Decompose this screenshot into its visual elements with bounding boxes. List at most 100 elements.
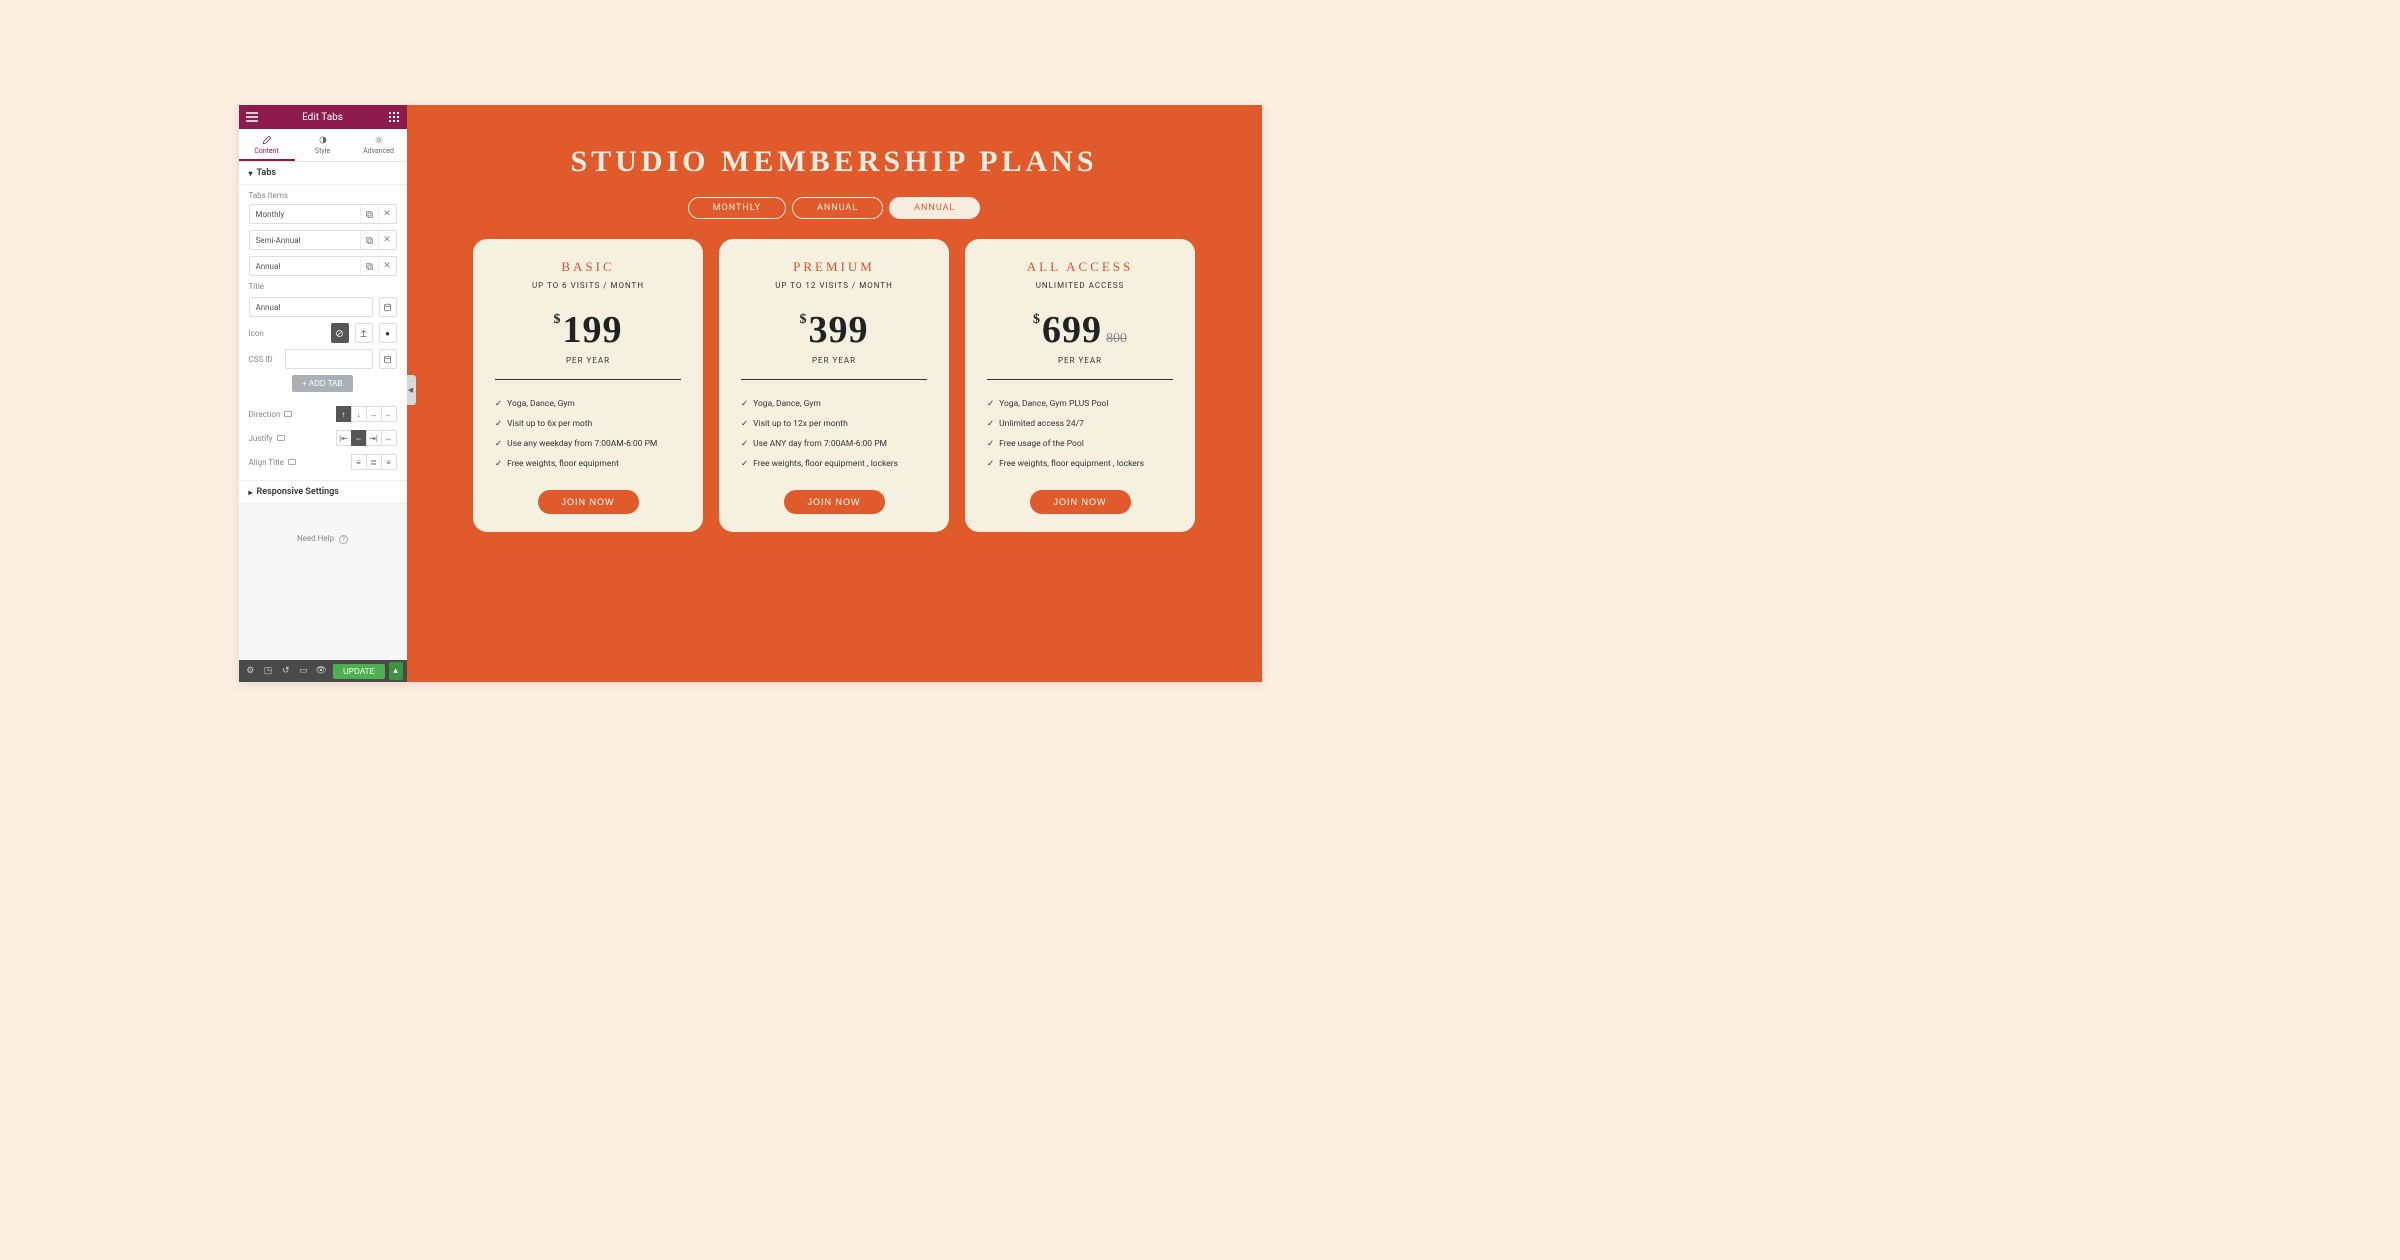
section-responsive-header[interactable]: ▸ Responsive Settings <box>239 480 407 504</box>
card-subtitle: UP TO 12 VISITS / MONTH <box>737 281 931 290</box>
direction-label: Direction <box>249 410 293 419</box>
divider <box>495 379 681 380</box>
gear-icon <box>374 135 384 145</box>
justify-start-button[interactable]: |⇤ <box>336 430 352 446</box>
tab-advanced[interactable]: Advanced <box>351 129 407 161</box>
pricing-cards: BASICUP TO 6 VISITS / MONTH$199PER YEAR✓… <box>437 239 1232 532</box>
title-label: Title <box>249 282 279 291</box>
title-dynamic-button[interactable] <box>379 297 397 317</box>
check-icon: ✓ <box>495 459 502 469</box>
price-amount: 399 <box>809 309 869 351</box>
caret-down-icon: ▾ <box>249 169 253 178</box>
responsive-mode-icon[interactable]: ▭ <box>296 663 312 679</box>
align-left-button[interactable]: ≡ <box>351 454 367 470</box>
price-amount: 199 <box>563 309 623 351</box>
price-amount: 699 <box>1042 309 1102 351</box>
update-options-button[interactable]: ▴ <box>389 662 403 680</box>
tab-content[interactable]: Content <box>239 129 295 161</box>
price: $699800 <box>983 308 1177 352</box>
direction-row-button[interactable]: ↑ <box>336 406 352 422</box>
check-icon: ✓ <box>741 419 748 429</box>
navigator-icon[interactable]: ◳ <box>260 663 276 679</box>
check-icon: ✓ <box>495 439 502 449</box>
preview-icon[interactable]: 👁 <box>313 663 329 679</box>
database-icon <box>383 355 392 364</box>
justify-stretch-button[interactable]: ↔ <box>381 430 397 446</box>
close-icon[interactable]: ✕ <box>378 231 396 249</box>
add-tab-button[interactable]: + ADD TAB <box>292 375 352 392</box>
price-strike: 800 <box>1106 331 1127 346</box>
preview-canvas: ◀ STUDIO MEMBERSHIP PLANS MONTHLY ANNUAL A… <box>407 105 1262 682</box>
feature-item: ✓Visit up to 12x per month <box>741 414 927 434</box>
section-tabs-header[interactable]: ▾ Tabs <box>239 162 407 185</box>
menu-icon[interactable] <box>245 110 259 124</box>
collapse-sidebar-handle[interactable]: ◀ <box>407 375 416 405</box>
history-icon[interactable]: ↺ <box>278 663 294 679</box>
align-right-button[interactable]: ≡ <box>381 454 397 470</box>
justify-end-button[interactable]: ⇥| <box>366 430 382 446</box>
join-button[interactable]: JOIN NOW <box>784 490 885 514</box>
check-icon: ✓ <box>987 419 994 429</box>
join-button[interactable]: JOIN NOW <box>538 490 639 514</box>
pricing-card: BASICUP TO 6 VISITS / MONTH$199PER YEAR✓… <box>473 239 703 532</box>
price: $399 <box>737 308 931 352</box>
divider <box>741 379 927 380</box>
check-icon: ✓ <box>987 399 994 409</box>
tabs-items-label: Tabs Items <box>249 191 397 200</box>
need-help[interactable]: Need Help ? <box>239 504 407 660</box>
check-icon: ✓ <box>741 459 748 469</box>
direction-column-reverse-button[interactable]: ← <box>381 406 397 422</box>
cssid-label: CSS ID <box>249 355 279 364</box>
cssid-input[interactable] <box>285 349 373 369</box>
feature-item: ✓Visit up to 6x per moth <box>495 414 681 434</box>
icon-library-button[interactable]: ● <box>379 323 397 343</box>
join-button[interactable]: JOIN NOW <box>1030 490 1131 514</box>
direction-column-button[interactable]: → <box>366 406 382 422</box>
align-center-button[interactable]: ≣ <box>366 454 382 470</box>
update-button[interactable]: UPDATE <box>333 664 385 679</box>
tab-item-name: Semi-Annual <box>250 236 360 245</box>
price-period: PER YEAR <box>983 356 1177 365</box>
justify-buttons: |⇤ ⇔ ⇥| ↔ <box>337 430 397 446</box>
cssid-dynamic-button[interactable] <box>379 349 397 369</box>
feature-item: ✓Free usage of the Pool <box>987 434 1173 454</box>
page-title: STUDIO MEMBERSHIP PLANS <box>437 145 1232 179</box>
pencil-icon <box>262 135 272 145</box>
direction-row-reverse-button[interactable]: ↓ <box>351 406 367 422</box>
icon-upload-button[interactable] <box>355 323 373 343</box>
settings-icon[interactable]: ⚙ <box>243 663 259 679</box>
caret-right-icon: ▸ <box>249 488 253 497</box>
tab-item-name: Monthly <box>250 210 360 219</box>
tab-item[interactable]: Semi-Annual ✕ <box>249 230 397 250</box>
panel-tabs: Content Style Advanced <box>239 129 407 162</box>
pricing-tab[interactable]: ANNUAL <box>889 197 980 219</box>
tab-content-label: Content <box>254 147 279 155</box>
database-icon <box>383 303 392 312</box>
responsive-icon[interactable] <box>284 411 292 417</box>
justify-center-button[interactable]: ⇔ <box>351 430 367 446</box>
card-subtitle: UP TO 6 VISITS / MONTH <box>491 281 685 290</box>
tab-item-name: Annual <box>250 262 360 271</box>
currency: $ <box>800 312 807 328</box>
duplicate-icon[interactable] <box>360 205 378 223</box>
duplicate-icon[interactable] <box>360 257 378 275</box>
close-icon[interactable]: ✕ <box>378 257 396 275</box>
ban-icon <box>335 329 344 338</box>
icon-none-button[interactable] <box>331 323 349 343</box>
feature-item: ✓Free weights, floor equipment <box>495 454 681 474</box>
price: $199 <box>491 308 685 352</box>
pricing-tab[interactable]: MONTHLY <box>688 197 786 219</box>
tab-style-label: Style <box>315 147 330 155</box>
responsive-icon[interactable] <box>288 459 296 465</box>
responsive-icon[interactable] <box>277 435 285 441</box>
tab-item[interactable]: Annual ✕ <box>249 256 397 276</box>
duplicate-icon[interactable] <box>360 231 378 249</box>
title-input[interactable]: Annual <box>249 297 373 317</box>
tab-style[interactable]: Style <box>295 129 351 161</box>
tab-item[interactable]: Monthly ✕ <box>249 204 397 224</box>
tab-advanced-label: Advanced <box>363 147 394 155</box>
pricing-tab[interactable]: ANNUAL <box>792 197 883 219</box>
close-icon[interactable]: ✕ <box>378 205 396 223</box>
widgets-icon[interactable] <box>387 110 401 124</box>
feature-item: ✓Free weights, floor equipment , lockers <box>987 454 1173 474</box>
